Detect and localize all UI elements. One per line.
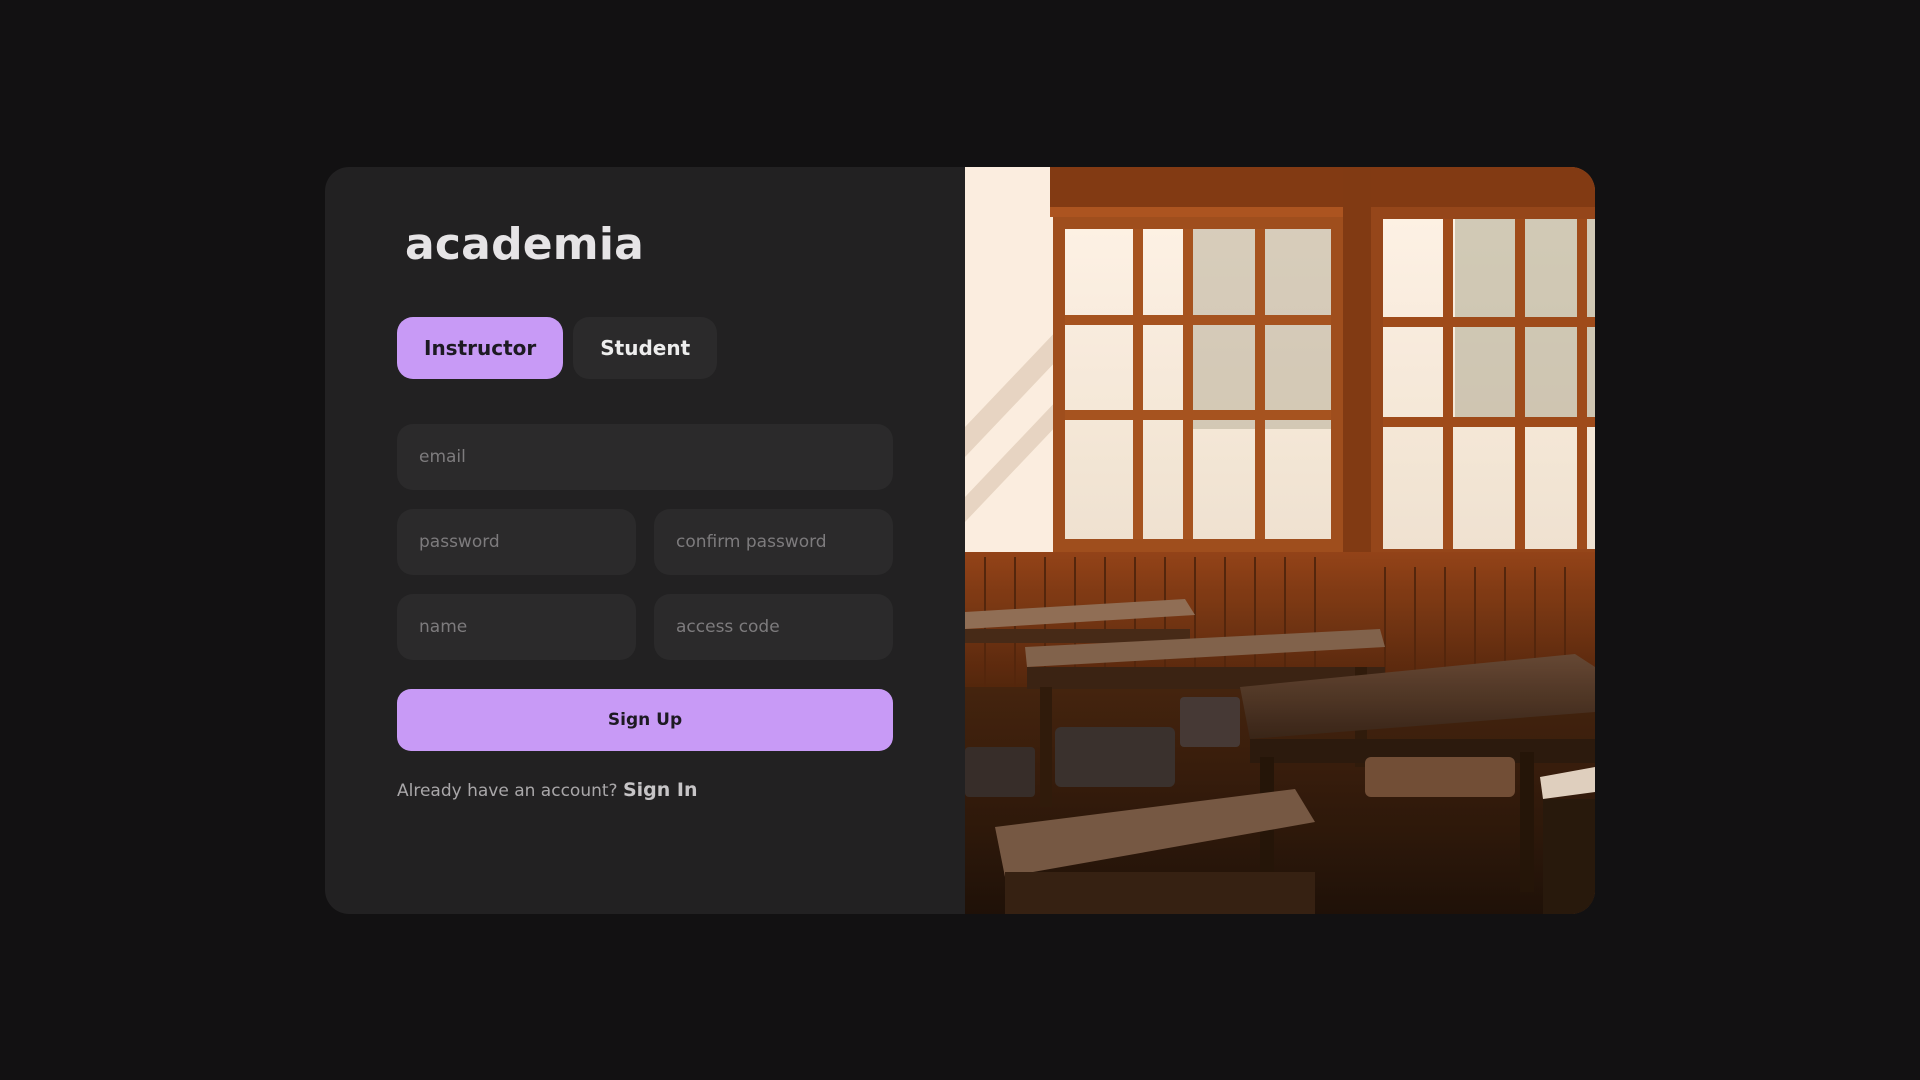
name-field[interactable] <box>397 594 636 660</box>
brand-logo: academia <box>405 219 645 270</box>
classroom-photo <box>965 167 1595 914</box>
role-student-button[interactable]: Student <box>573 317 718 379</box>
email-field[interactable] <box>397 424 893 490</box>
signin-prompt-text: Already have an account? <box>397 781 618 801</box>
confirm-password-field[interactable] <box>654 509 893 575</box>
signup-panel: academia Instructor Student Sign Up Alre… <box>325 167 965 914</box>
sign-in-link[interactable]: Sign In <box>623 779 698 801</box>
password-field[interactable] <box>397 509 636 575</box>
sign-up-button[interactable]: Sign Up <box>397 689 893 751</box>
access-code-field[interactable] <box>654 594 893 660</box>
signup-card: academia Instructor Student Sign Up Alre… <box>325 167 1595 914</box>
role-instructor-button[interactable]: Instructor <box>397 317 564 379</box>
signin-prompt: Already have an account? Sign In <box>397 779 698 801</box>
role-toggle: Instructor Student <box>397 317 718 379</box>
